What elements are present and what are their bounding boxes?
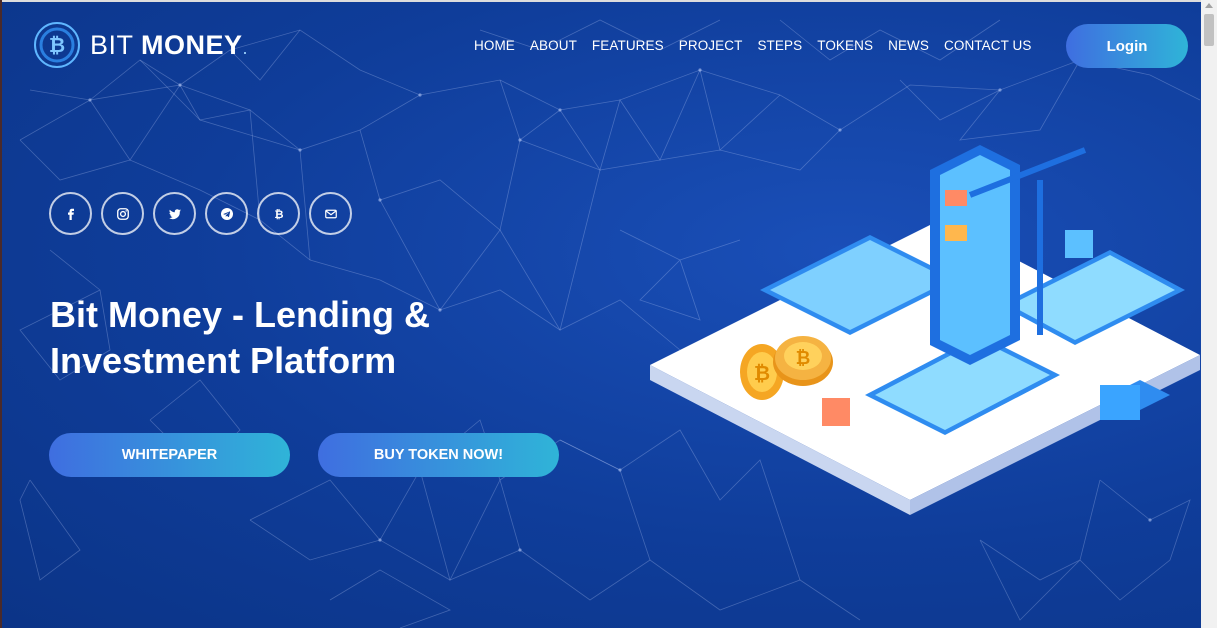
brand-name: BIT MONEY. (90, 30, 248, 61)
bitcoin-icon: ₿ (274, 208, 283, 220)
nav-news[interactable]: NEWS (888, 38, 929, 53)
nav-project[interactable]: PROJECT (679, 38, 743, 53)
telegram-icon (220, 207, 233, 220)
brand-name-light: BIT (90, 29, 134, 60)
brand-logo[interactable]: ₿ BIT MONEY. (32, 20, 248, 70)
vertical-scrollbar[interactable] (1201, 0, 1217, 628)
social-telegram[interactable] (205, 192, 248, 235)
isometric-platform-illustration: ₿ ₿ (650, 145, 1200, 515)
scrollbar-thumb[interactable] (1204, 14, 1214, 46)
svg-text:₿: ₿ (796, 348, 811, 368)
social-mail[interactable] (309, 192, 352, 235)
hero-section: ₿ BIT MONEY. HOME ABOUT FEATURES PROJECT… (0, 0, 1201, 628)
nav-features[interactable]: FEATURES (592, 38, 664, 53)
brand-trademark: . (242, 37, 249, 58)
nav-about[interactable]: ABOUT (530, 38, 577, 53)
nav-home[interactable]: HOME (474, 38, 515, 53)
hero-title: Bit Money - Lending & Investment Platfor… (50, 292, 530, 384)
social-links: ₿ (49, 192, 361, 235)
hero-title-line1: Bit Money - Lending & (50, 294, 430, 335)
window-top-border (0, 0, 1217, 2)
brand-name-bold: MONEY (141, 29, 243, 60)
scroll-up-arrow-icon[interactable] (1205, 3, 1213, 8)
svg-text:₿: ₿ (274, 208, 283, 220)
instagram-icon (116, 207, 129, 220)
buy-token-button[interactable]: BUY TOKEN NOW! (318, 433, 559, 477)
facebook-icon (67, 208, 74, 220)
nav-tokens[interactable]: TOKENS (817, 38, 873, 53)
window-left-border (0, 0, 2, 628)
social-instagram[interactable] (101, 192, 144, 235)
nav-contact-us[interactable]: CONTACT US (944, 38, 1032, 53)
main-nav: HOME ABOUT FEATURES PROJECT STEPS TOKENS… (474, 38, 1047, 53)
bitcoin-logo-icon: ₿ (34, 22, 80, 68)
svg-text:₿: ₿ (49, 35, 65, 57)
social-bitcoin[interactable]: ₿ (257, 192, 300, 235)
social-facebook[interactable] (49, 192, 92, 235)
mail-icon (324, 209, 337, 218)
social-twitter[interactable] (153, 192, 196, 235)
login-button[interactable]: Login (1066, 24, 1188, 68)
nav-steps[interactable]: STEPS (757, 38, 802, 53)
svg-text:₿: ₿ (754, 363, 770, 385)
hero-title-line2: Investment Platform (50, 340, 397, 381)
twitter-icon (168, 208, 181, 219)
whitepaper-button[interactable]: WHITEPAPER (49, 433, 290, 477)
